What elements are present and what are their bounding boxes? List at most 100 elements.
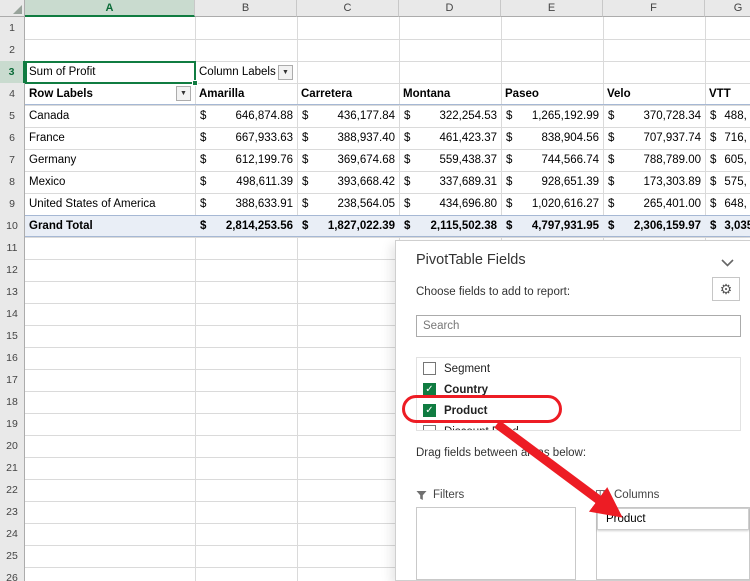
column-header-E[interactable]: E [501,0,603,17]
pivot-value-cell[interactable]: $744,566.74 [501,149,603,171]
pivot-value-cell[interactable]: $928,651.39 [501,171,603,193]
pivot-value-cell[interactable]: $173,303.89 [603,171,705,193]
pivot-column-header-paseo[interactable]: Paseo [501,83,603,105]
field-item-segment[interactable]: Segment [417,358,740,379]
pivot-value-cell[interactable]: $370,728.34 [603,105,705,127]
pivot-value-cell[interactable]: $388,937.40 [297,127,399,149]
column-header-G[interactable]: G [705,0,750,17]
pivot-value-cell[interactable]: $3,035, [705,215,750,237]
pivot-value-cell[interactable]: $498,611.39 [195,171,297,193]
row-header-13[interactable]: 13 [0,281,25,304]
pivot-value-cell[interactable]: $337,689.31 [399,171,501,193]
gear-icon[interactable]: ⚙ [712,277,740,301]
pivot-value-cell[interactable]: $838,904.56 [501,127,603,149]
row-header-26[interactable]: 26 [0,567,25,581]
pivot-column-header-vtt[interactable]: VTT [705,83,750,105]
column-header-A[interactable]: A [25,0,195,17]
pivot-value-cell[interactable]: $388,633.91 [195,193,297,215]
pivot-value-cell[interactable]: $434,696.80 [399,193,501,215]
pivot-value-cell[interactable]: $575, [705,171,750,193]
field-checkbox[interactable]: ✓ [423,383,436,396]
row-header-20[interactable]: 20 [0,435,25,458]
row-header-3[interactable]: 3 [0,61,25,84]
row-header-10[interactable]: 10 [0,215,25,238]
row-header-2[interactable]: 2 [0,39,25,62]
pivot-value-cell[interactable]: $646,874.88 [195,105,297,127]
row-header-18[interactable]: 18 [0,391,25,414]
pivot-value-cell[interactable]: $2,306,159.97 [603,215,705,237]
pivot-value-cell[interactable]: $238,564.05 [297,193,399,215]
pivot-value-cell[interactable]: $612,199.76 [195,149,297,171]
pivot-row-labels-cell[interactable]: Row Labels ▼ [25,83,195,105]
pivot-value-cell[interactable]: $2,814,253.56 [195,215,297,237]
pivot-value-cell[interactable]: $488, [705,105,750,127]
pivot-value-cell[interactable]: $265,401.00 [603,193,705,215]
grand-total-label[interactable]: Grand Total [25,215,195,237]
pivot-row-label[interactable]: Mexico [25,171,195,193]
row-header-11[interactable]: 11 [0,237,25,260]
row-header-16[interactable]: 16 [0,347,25,370]
row-header-4[interactable]: 4 [0,83,25,106]
column-header-C[interactable]: C [297,0,399,17]
row-header-17[interactable]: 17 [0,369,25,392]
pivot-column-header-montana[interactable]: Montana [399,83,501,105]
field-checkbox[interactable] [423,425,436,430]
pivot-value-cell[interactable]: $1,265,192.99 [501,105,603,127]
pivot-column-header-amarilla[interactable]: Amarilla [195,83,297,105]
row-header-7[interactable]: 7 [0,149,25,172]
columns-area-item-product[interactable]: Product [597,508,749,530]
pivot-column-header-velo[interactable]: Velo [603,83,705,105]
chevron-down-icon[interactable] [721,258,734,270]
row-header-8[interactable]: 8 [0,171,25,194]
pivot-value-field-cell[interactable]: Sum of Profit [25,61,195,83]
row-header-25[interactable]: 25 [0,545,25,568]
column-labels-filter-button[interactable]: ▼ [278,64,293,80]
pivot-row-label[interactable]: Germany [25,149,195,171]
pivot-row-label[interactable]: Canada [25,105,195,127]
row-header-12[interactable]: 12 [0,259,25,282]
row-header-22[interactable]: 22 [0,479,25,502]
pivot-value-cell[interactable]: $322,254.53 [399,105,501,127]
row-header-9[interactable]: 9 [0,193,25,216]
pivot-row-label[interactable]: United States of America [25,193,195,215]
column-header-D[interactable]: D [399,0,501,17]
filters-drop-area[interactable] [416,507,576,580]
row-header-1[interactable]: 1 [0,17,25,40]
field-item-product[interactable]: ✓ Product [417,400,740,421]
row-header-6[interactable]: 6 [0,127,25,150]
field-checkbox[interactable] [423,362,436,375]
pivot-value-cell[interactable]: $369,674.68 [297,149,399,171]
pivot-value-cell[interactable]: $648, [705,193,750,215]
pivot-value-cell[interactable]: $4,797,931.95 [501,215,603,237]
pivot-value-cell[interactable]: $461,423.37 [399,127,501,149]
pivot-value-cell[interactable]: $1,827,022.39 [297,215,399,237]
search-input[interactable] [416,315,741,337]
pivot-row-label[interactable]: France [25,127,195,149]
row-header-5[interactable]: 5 [0,105,25,128]
pivot-column-header-carretera[interactable]: Carretera [297,83,399,105]
pivot-value-cell[interactable]: $605, [705,149,750,171]
row-labels-filter-button[interactable]: ▼ [176,86,191,101]
pivot-value-cell[interactable]: $716, [705,127,750,149]
pivot-value-cell[interactable]: $2,115,502.38 [399,215,501,237]
pivot-column-labels-cell[interactable]: Column Labels ▼ [195,61,297,83]
row-header-19[interactable]: 19 [0,413,25,436]
row-header-15[interactable]: 15 [0,325,25,348]
select-all-button[interactable] [0,0,25,17]
field-item-discount-band[interactable]: Discount Band [417,421,740,430]
pivot-value-cell[interactable]: $1,020,616.27 [501,193,603,215]
row-header-14[interactable]: 14 [0,303,25,326]
pivot-value-cell[interactable]: $707,937.74 [603,127,705,149]
pivot-value-cell[interactable]: $667,933.63 [195,127,297,149]
pivot-value-cell[interactable]: $436,177.84 [297,105,399,127]
row-header-21[interactable]: 21 [0,457,25,480]
row-header-23[interactable]: 23 [0,501,25,524]
pivot-value-cell[interactable]: $788,789.00 [603,149,705,171]
row-header-24[interactable]: 24 [0,523,25,546]
field-item-country[interactable]: ✓ Country [417,379,740,400]
pivot-value-cell[interactable]: $559,438.37 [399,149,501,171]
columns-drop-area[interactable]: Product [596,507,750,580]
field-checkbox[interactable]: ✓ [423,404,436,417]
column-header-F[interactable]: F [603,0,705,17]
column-header-B[interactable]: B [195,0,297,17]
